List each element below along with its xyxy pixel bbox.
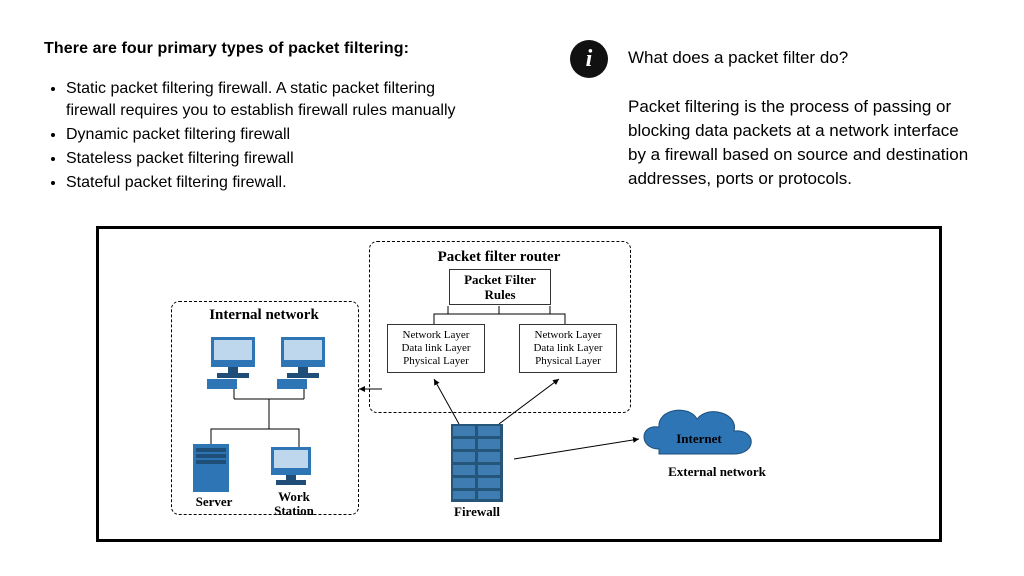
list-item: Stateful packet filtering firewall. <box>66 172 484 194</box>
list-item: Static packet filtering firewall. A stat… <box>66 78 484 122</box>
list-item: Dynamic packet filtering firewall <box>66 124 484 146</box>
computer-icon <box>207 337 255 389</box>
workstation-icon <box>271 447 311 485</box>
types-heading: There are four primary types of packet f… <box>44 40 484 58</box>
computer-icon <box>277 337 325 389</box>
types-list: Static packet filtering firewall. A stat… <box>44 78 484 194</box>
firewall-icon <box>451 424 503 502</box>
server-icon <box>193 444 229 492</box>
internet-label: Internet <box>659 431 739 447</box>
list-item: Stateless packet filtering firewall <box>66 148 484 170</box>
diagram-frame: Packet filter router Packet Filter Rules… <box>96 226 942 542</box>
diagram-svg <box>99 229 939 539</box>
info-question: What does a packet filter do? <box>628 48 848 68</box>
left-column: There are four primary types of packet f… <box>44 40 484 196</box>
info-icon: i <box>570 40 608 78</box>
info-body: Packet filtering is the process of passi… <box>628 95 978 191</box>
page-root: There are four primary types of packet f… <box>0 0 1024 576</box>
